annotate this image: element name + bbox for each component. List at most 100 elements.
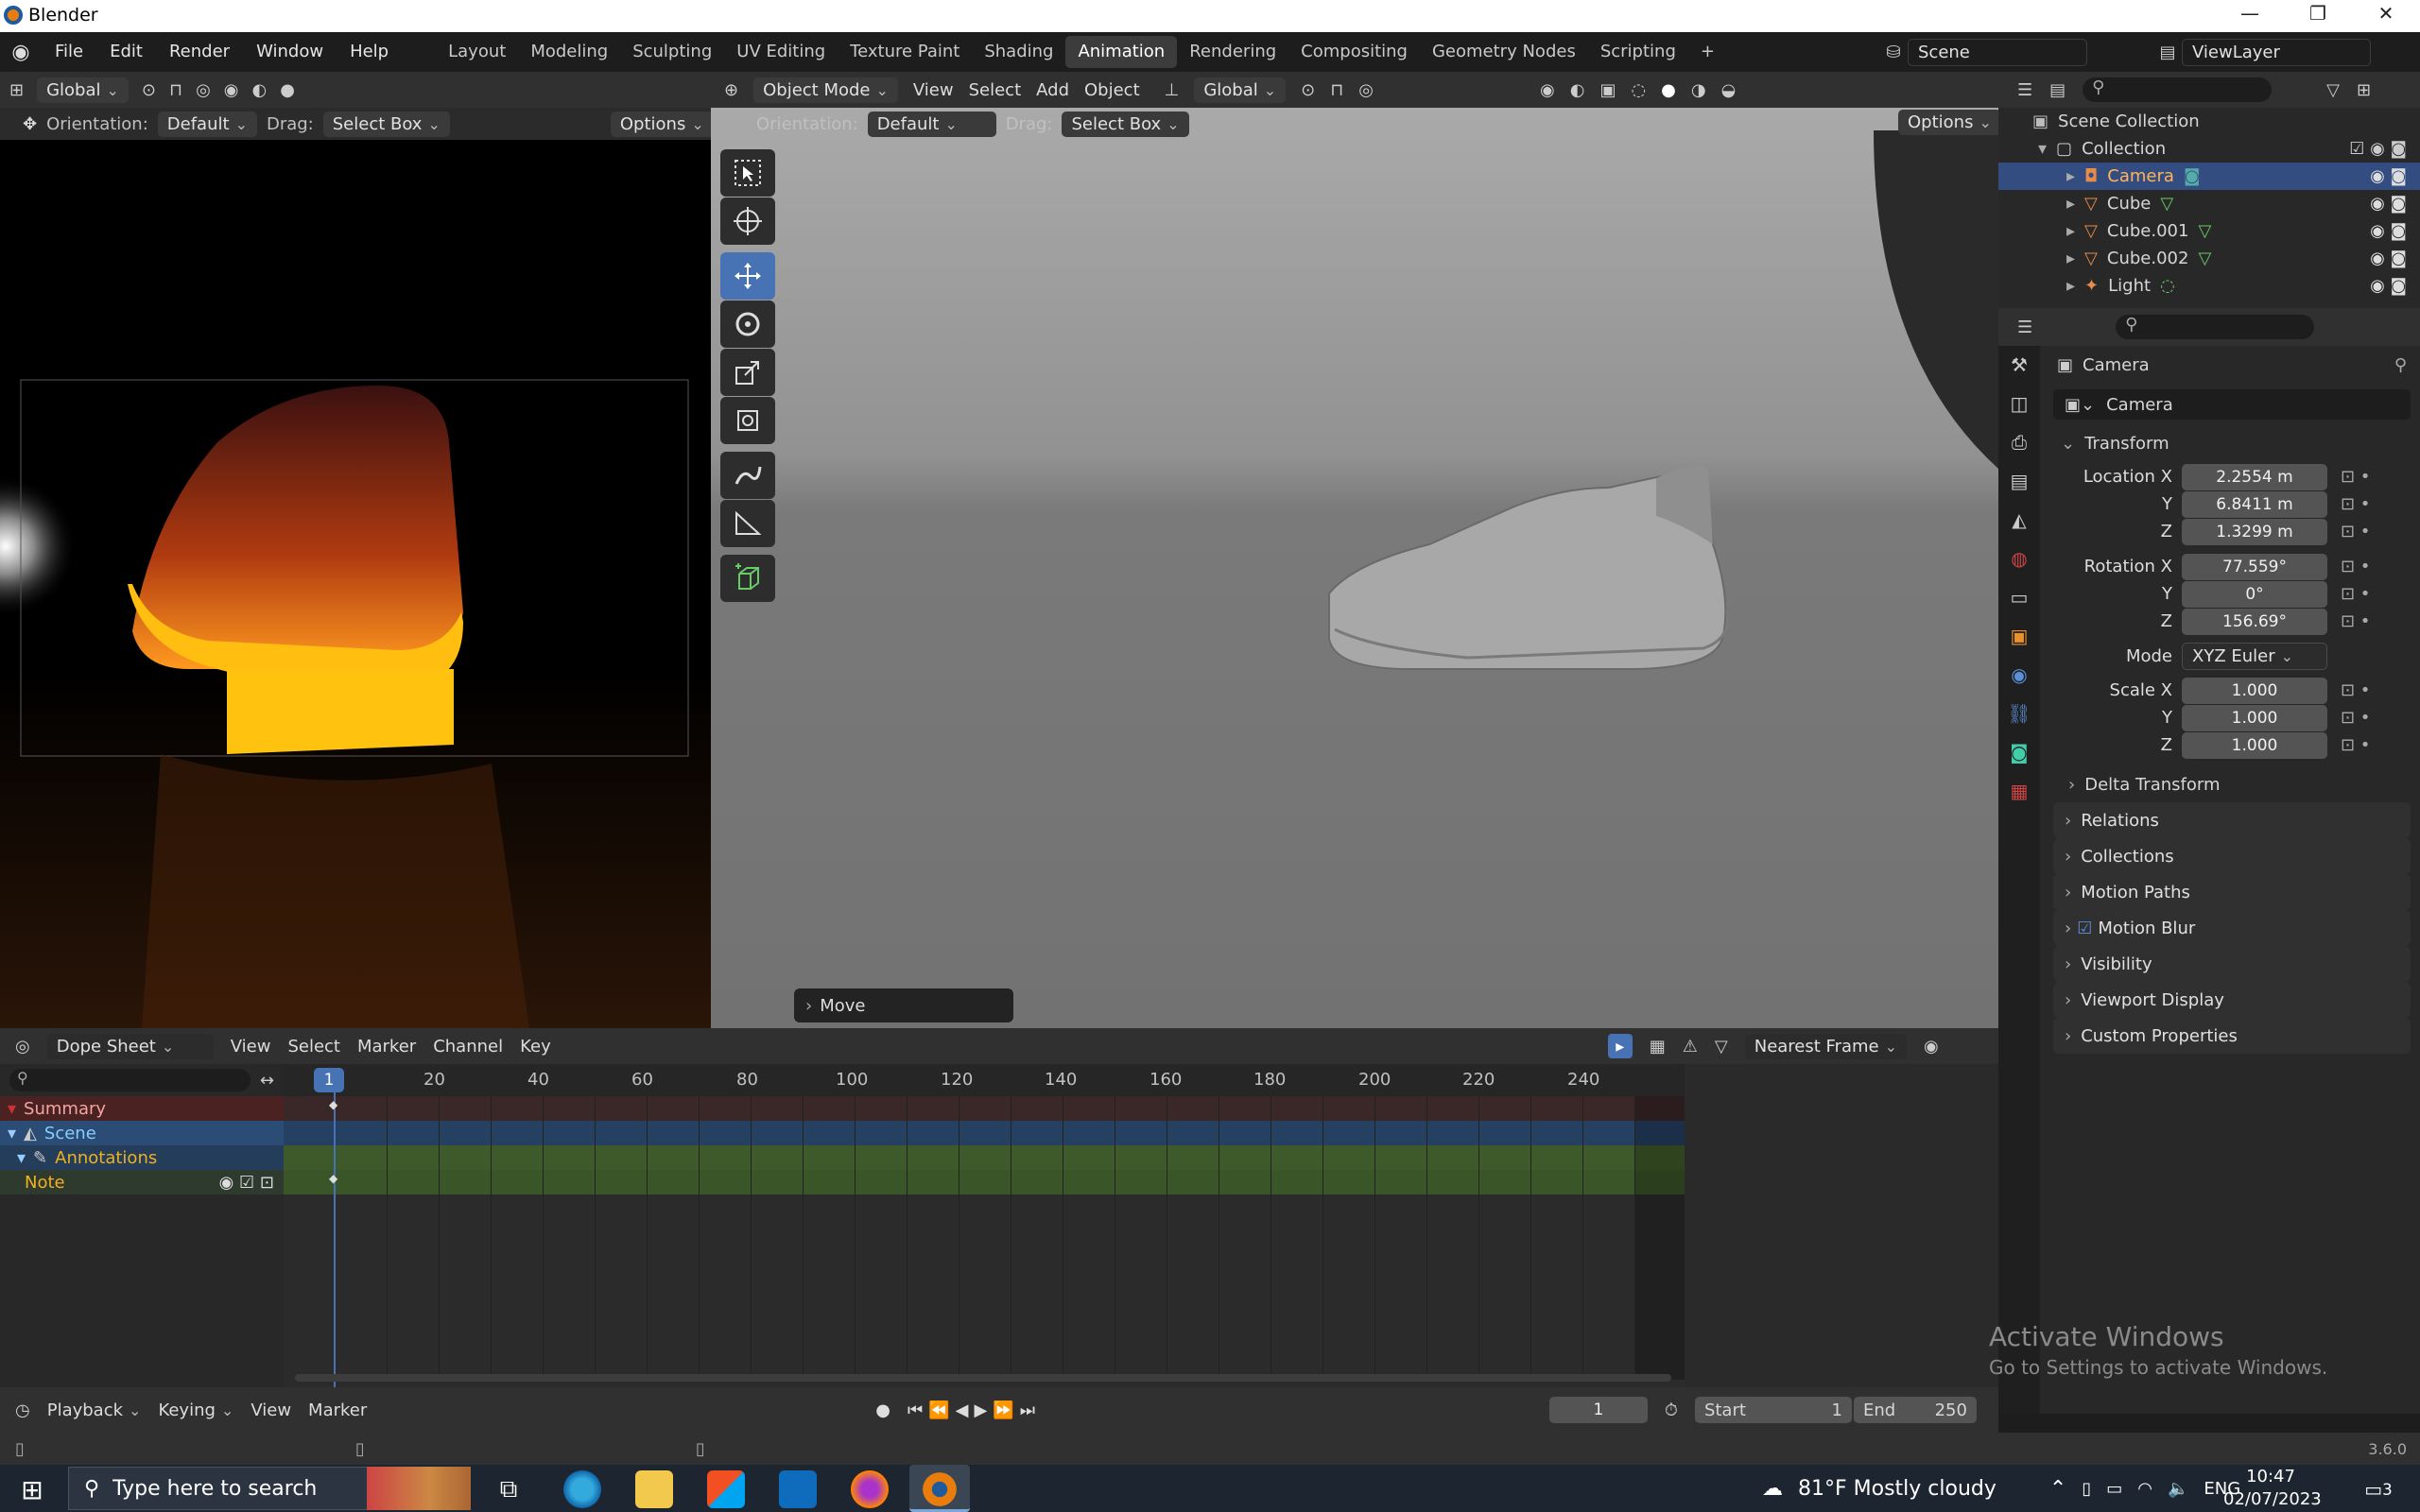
wifi-icon[interactable]: ◠ xyxy=(2137,1479,2152,1499)
tab-compositing[interactable]: Compositing xyxy=(1288,36,1420,68)
swap-icon[interactable]: ↔ xyxy=(260,1071,274,1091)
lock-icon[interactable]: ⊡ • xyxy=(2341,584,2370,604)
overlay-icon[interactable]: ◐ xyxy=(252,80,268,100)
edge-browser-icon[interactable] xyxy=(563,1470,601,1508)
viewlayer-name[interactable]: ViewLayer xyxy=(2182,38,2371,66)
snapping-icon[interactable]: ⊓ xyxy=(1330,80,1343,100)
scene-tab-icon[interactable]: ◭ xyxy=(1998,501,2040,540)
volume-icon[interactable]: 🔈 xyxy=(2168,1479,2188,1499)
scale-z-field[interactable]: 1.000 xyxy=(2182,731,2327,759)
proportional-icon[interactable]: ◎ xyxy=(196,80,211,100)
firefox-icon[interactable] xyxy=(851,1470,889,1508)
preview-range-icon[interactable]: ⏱ xyxy=(1665,1400,1678,1420)
rotation-x-field[interactable]: 77.559° xyxy=(2182,553,2327,580)
solid-shading-icon[interactable]: ● xyxy=(1661,80,1676,100)
current-frame-indicator[interactable]: 1 xyxy=(314,1068,344,1092)
tab-rendering[interactable]: Rendering xyxy=(1177,36,1288,68)
dopesheet-menu-channel[interactable]: Channel xyxy=(433,1037,503,1057)
channel-note[interactable]: Note ◉ ☑ ⊡ xyxy=(0,1170,284,1194)
scale-tool[interactable] xyxy=(720,349,775,396)
dopesheet-menu-view[interactable]: View xyxy=(231,1037,271,1057)
task-view-icon[interactable]: ⧉ xyxy=(490,1470,527,1508)
expand-arrow-icon[interactable]: ▸ xyxy=(2066,221,2075,241)
left-drag-dropdown[interactable]: Select Box xyxy=(322,111,450,137)
output-tab-icon[interactable]: ⎙ xyxy=(1998,423,2040,462)
location-y-field[interactable]: 6.8411 m xyxy=(2182,490,2327,518)
expand-arrow-icon[interactable]: ▸ xyxy=(2066,166,2075,186)
pivot-icon[interactable]: ⊙ xyxy=(142,80,156,100)
collapse-arrow-icon[interactable]: ▾ xyxy=(17,1148,26,1168)
tray-tablet-icon[interactable]: ▯ xyxy=(2082,1479,2091,1499)
outliner-collection[interactable]: ▾ ▢ Collection ☑ ◉ ◙ xyxy=(1998,135,2420,163)
item-visibility-icons[interactable]: ◉ ◙ xyxy=(2370,249,2407,268)
blender-app-icon[interactable] xyxy=(921,1470,959,1508)
end-frame-field[interactable]: End 250 xyxy=(1853,1397,1977,1423)
tab-modeling[interactable]: Modeling xyxy=(518,36,620,68)
item-visibility-icons[interactable]: ◉ ◙ xyxy=(2370,194,2407,214)
new-collection-icon[interactable]: ⊞ xyxy=(2357,80,2371,100)
rendered-shading-icon[interactable]: ◒ xyxy=(1721,80,1737,100)
dopesheet-menu-marker[interactable]: Marker xyxy=(357,1037,416,1057)
tray-chevron-icon[interactable]: ⌃ xyxy=(2049,1477,2066,1501)
menu-window[interactable]: Window xyxy=(243,32,337,72)
tab-uv-editing[interactable]: UV Editing xyxy=(724,36,838,68)
last-operator-panel[interactable]: › Move xyxy=(794,988,1013,1022)
motion-blur-checkbox[interactable]: ☑ xyxy=(2077,919,2092,938)
xray-icon[interactable]: ▣ xyxy=(1599,80,1616,100)
channel-search-input[interactable]: ⚲ xyxy=(9,1069,251,1091)
taskbar-search-box[interactable]: ⚲ Type here to search xyxy=(68,1467,376,1510)
item-visibility-icons[interactable]: ◉ ◙ xyxy=(2370,166,2407,186)
tab-layout[interactable]: Layout xyxy=(436,36,518,68)
outliner-search-input[interactable]: ⚲ xyxy=(2083,77,2273,102)
constraints-tab-icon[interactable]: ⛓ xyxy=(1998,695,2040,733)
tool-tab-icon[interactable]: ⚒ xyxy=(1998,346,2040,385)
dopesheet-editor-icon[interactable]: ◎ xyxy=(15,1037,30,1057)
playback-controls-icon[interactable]: ⏮⏪◀▶⏩⏭ xyxy=(908,1400,1041,1420)
show-hidden-icon[interactable]: ▦ xyxy=(1650,1037,1666,1057)
tab-texture-paint[interactable]: Texture Paint xyxy=(838,36,972,68)
object-mode-dropdown[interactable]: Object Mode xyxy=(753,77,898,103)
clock[interactable]: 10:47 02/07/2023 xyxy=(2223,1465,2322,1512)
rotation-mode-dropdown[interactable]: XYZ Euler xyxy=(2182,642,2327,670)
microsoft-store-icon[interactable] xyxy=(707,1470,745,1508)
close-button[interactable]: ✕ xyxy=(2358,2,2414,25)
channel-scene[interactable]: ▾ ◭ Scene xyxy=(0,1121,284,1145)
cursor-tool[interactable] xyxy=(720,198,775,245)
scene-selector[interactable]: ⛁ Scene xyxy=(1879,36,2087,68)
relations-panel[interactable]: › Relations xyxy=(2053,802,2411,838)
snap-icon[interactable]: ⊓ xyxy=(169,80,182,100)
item-visibility-icons[interactable]: ◉ ◙ xyxy=(2370,276,2407,296)
outliner-editor-icon[interactable]: ☰ xyxy=(2017,80,2032,100)
render-tab-icon[interactable]: ◫ xyxy=(1998,385,2040,423)
keyframe-diamond-icon[interactable]: ◆ xyxy=(329,1172,337,1185)
dopesheet-mode-dropdown[interactable]: Dope Sheet xyxy=(46,1033,214,1059)
mail-icon[interactable] xyxy=(779,1470,817,1508)
collapse-arrow-icon[interactable]: ▾ xyxy=(8,1099,16,1119)
visibility-icon[interactable]: ◉ xyxy=(224,80,239,100)
file-explorer-icon[interactable] xyxy=(635,1470,673,1508)
filter-icon[interactable]: ▽ xyxy=(2326,80,2340,100)
overlays-icon[interactable]: ◐ xyxy=(1570,80,1585,100)
horizontal-scrollbar[interactable] xyxy=(295,1374,1671,1382)
delta-transform-subpanel[interactable]: › Delta Transform xyxy=(2040,766,2411,802)
channel-summary[interactable]: ▾ Summary xyxy=(0,1096,284,1121)
outliner-item-light[interactable]: ▸ ✦ Light ◌ ◉ ◙ xyxy=(1998,272,2420,300)
scale-y-field[interactable]: 1.000 xyxy=(2182,704,2327,731)
lock-icon[interactable]: ⊡ • xyxy=(2341,522,2370,541)
select-box-tool[interactable] xyxy=(720,149,775,197)
menu-help[interactable]: Help xyxy=(337,32,402,72)
rotate-tool[interactable] xyxy=(720,301,775,348)
expand-arrow-icon[interactable]: ▸ xyxy=(2066,194,2075,214)
dopesheet-keyframe-region[interactable]: 1 20 40 60 80 100 120 140 160 180 200 22… xyxy=(284,1064,1685,1387)
only-selected-icon[interactable]: ▸ xyxy=(1607,1034,1633,1058)
frame-ruler[interactable]: 1 20 40 60 80 100 120 140 160 180 200 22… xyxy=(284,1064,1685,1096)
motion-paths-panel[interactable]: › Motion Paths xyxy=(2053,874,2411,910)
lock-icon[interactable]: ⊡ • xyxy=(2341,735,2370,755)
pivot-point-icon[interactable]: ⊙ xyxy=(1301,80,1315,100)
start-frame-field[interactable]: Start 1 xyxy=(1694,1397,1852,1423)
editor-type-icon[interactable]: ⊞ xyxy=(9,80,24,100)
maximize-button[interactable]: ❐ xyxy=(2290,2,2346,25)
keyframe-diamond-icon[interactable]: ◆ xyxy=(329,1098,337,1111)
dopesheet-menu-select[interactable]: Select xyxy=(287,1037,340,1057)
viewlayer-selector[interactable]: ▤ ViewLayer xyxy=(2153,36,2371,68)
